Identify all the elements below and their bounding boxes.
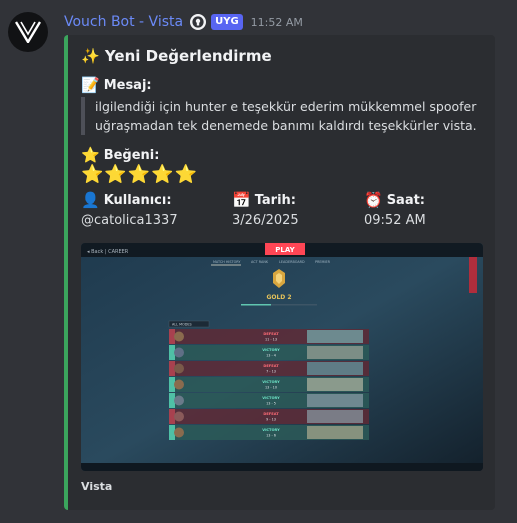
time-label-text: Saat: [386, 192, 426, 208]
back-career-text: ◂ Back | CAREER [87, 249, 129, 255]
match-score: 7 - 13 [266, 370, 276, 374]
user-field-label: 👤 Kullanıcı: [81, 191, 172, 209]
message-timestamp[interactable]: 11:52 AM [251, 16, 303, 29]
alarm-clock-icon: ⏰ [364, 191, 383, 209]
match-row: VICTORY 13 - 4 [169, 345, 369, 360]
mode-filter: ALL MODES [172, 323, 192, 327]
match-score: 13 - 6 [266, 434, 276, 438]
verified-badge-icon [190, 14, 207, 30]
match-result: VICTORY [262, 348, 280, 352]
message-field-label: 📝 Mesaj: [81, 76, 152, 94]
career-screenshot-image: ◂ Back | CAREER PLAY MATCH HISTORY ACT R… [81, 243, 483, 471]
date-field-label: 📅 Tarih: [232, 191, 296, 209]
embed-title-text: Yeni Değerlendirme [104, 47, 272, 65]
tab-act-rank: ACT RANK [251, 260, 269, 264]
match-score: 11 - 13 [265, 338, 277, 342]
rank-label: GOLD 2 [266, 294, 291, 301]
match-result: DEFEAT [263, 332, 279, 336]
match-history-list: DEFEAT 11 - 13 VICTORY 13 - 4 DEFEAT 7 -… [169, 329, 369, 440]
time-field-label: ⏰ Saat: [364, 191, 425, 209]
play-label: PLAY [275, 246, 295, 254]
memo-icon: 📝 [81, 76, 100, 94]
app-tag: UYG [211, 14, 243, 30]
sparkles-icon: ✨ [81, 47, 100, 65]
match-row: DEFEAT 7 - 13 [169, 361, 369, 376]
review-embed: ✨ Yeni Değerlendirme 📝 Mesaj: ilgilendiğ… [64, 35, 495, 510]
tab-premier: PREMIER [315, 260, 331, 264]
game-career-screenshot[interactable]: ◂ Back | CAREER PLAY MATCH HISTORY ACT R… [81, 243, 483, 471]
match-result: VICTORY [262, 396, 280, 400]
match-score: 9 - 13 [266, 418, 276, 422]
bot-avatar[interactable] [8, 12, 48, 52]
match-result: DEFEAT [263, 364, 279, 368]
match-result: VICTORY [262, 428, 280, 432]
match-row: VICTORY 13 - 5 [169, 393, 369, 408]
user-silhouette-icon: 👤 [81, 191, 100, 209]
embed-title: ✨ Yeni Değerlendirme [81, 47, 272, 65]
embed-footer: Vista [81, 480, 113, 493]
bot-name[interactable]: Vouch Bot - Vista [64, 14, 183, 30]
match-result: VICTORY [262, 380, 280, 384]
match-row: VICTORY 13 - 10 [169, 377, 369, 392]
match-row: DEFEAT 9 - 13 [169, 409, 369, 424]
rating-field-label: ⭐ Beğeni: [81, 146, 159, 164]
date-label-text: Tarih: [254, 192, 296, 208]
match-score: 13 - 5 [266, 402, 276, 406]
match-row: VICTORY 13 - 6 [169, 425, 369, 440]
message-label-text: Mesaj: [103, 77, 152, 93]
match-row: DEFEAT 11 - 13 [169, 329, 369, 344]
tab-leaderboard: LEADERBOARD [279, 260, 305, 264]
tab-match-history: MATCH HISTORY [213, 260, 241, 264]
calendar-icon: 📅 [232, 191, 251, 209]
user-value: @catolica1337 [81, 213, 178, 228]
vista-logo-icon [15, 21, 41, 43]
match-score: 13 - 10 [265, 386, 277, 390]
time-value: 09:52 AM [364, 213, 426, 228]
message-header: Vouch Bot - Vista UYG 11:52 AM [64, 12, 303, 32]
rating-stars: ⭐⭐⭐⭐⭐ [81, 164, 199, 185]
rating-label-text: Beğeni: [103, 147, 160, 163]
star-icon: ⭐ [81, 146, 100, 164]
message-quote: ilgilendiği için hunter e teşekkür ederi… [81, 97, 481, 135]
date-value: 3/26/2025 [232, 213, 299, 228]
user-label-text: Kullanıcı: [103, 192, 172, 208]
match-score: 13 - 4 [266, 354, 276, 358]
match-result: DEFEAT [263, 412, 279, 416]
